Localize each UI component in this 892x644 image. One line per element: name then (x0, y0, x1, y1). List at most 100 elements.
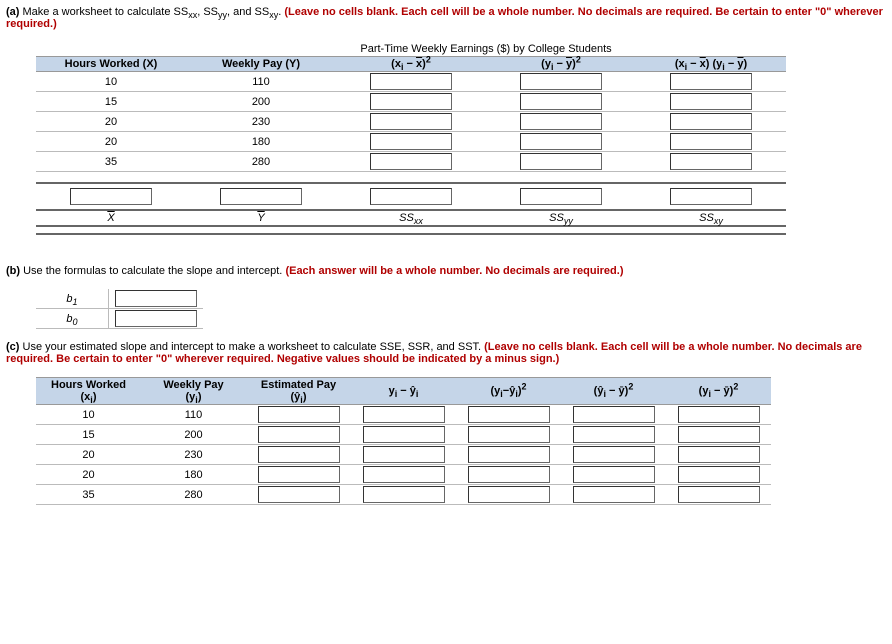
cell-y: 200 (186, 92, 336, 112)
input-c-ssr-2[interactable] (573, 446, 655, 463)
table-c-row: 20230 (36, 445, 771, 465)
col-c6-header: (ŷi − ȳ)2 (561, 378, 666, 405)
input-a-ssyy-4[interactable] (520, 153, 602, 170)
input-a-ssyy-3[interactable] (520, 133, 602, 150)
cell-y: 180 (186, 132, 336, 152)
part-b-text: Use the formulas to calculate the slope … (23, 265, 285, 277)
cell-y: 110 (186, 72, 336, 92)
cell-x: 10 (36, 72, 186, 92)
cell-y: 280 (141, 485, 246, 505)
input-c-resid-0[interactable] (363, 406, 445, 423)
col-ssyy-header: (yi − y)2 (486, 57, 636, 72)
col-ssxx-header: (xi − x)2 (336, 57, 486, 72)
col-c2-header: Weekly Pay(yi) (141, 378, 246, 405)
input-b1[interactable] (115, 290, 197, 307)
input-ssyy[interactable] (520, 188, 602, 205)
input-c-yhat-2[interactable] (258, 446, 340, 463)
input-c-sse-1[interactable] (468, 426, 550, 443)
input-a-ssxx-3[interactable] (370, 133, 452, 150)
input-c-resid-4[interactable] (363, 486, 445, 503)
input-a-ssxy-2[interactable] (670, 113, 752, 130)
col-x-header: Hours Worked (X) (36, 57, 186, 72)
part-c-prompt: (c) Use your estimated slope and interce… (6, 341, 892, 365)
table-a-row: 20180 (36, 132, 786, 152)
input-c-sse-2[interactable] (468, 446, 550, 463)
col-c4-header: yi − ŷi (351, 378, 456, 405)
input-c-ssr-0[interactable] (573, 406, 655, 423)
cell-x: 10 (36, 405, 141, 425)
input-c-resid-3[interactable] (363, 466, 445, 483)
table-a-row: 20230 (36, 112, 786, 132)
col-y-header: Weekly Pay (Y) (186, 57, 336, 72)
input-ssxx[interactable] (370, 188, 452, 205)
input-a-ssxx-0[interactable] (370, 73, 452, 90)
input-a-ssyy-0[interactable] (520, 73, 602, 90)
part-a-text: Make a worksheet to calculate SS (23, 6, 189, 18)
input-a-ssxx-1[interactable] (370, 93, 452, 110)
input-c-sst-3[interactable] (678, 466, 760, 483)
col-ssxy-header: (xi − x) (yi − y) (636, 57, 786, 72)
input-c-sst-0[interactable] (678, 406, 760, 423)
input-a-ssxx-4[interactable] (370, 153, 452, 170)
label-b0: b0 (36, 309, 109, 329)
input-a-ssxy-1[interactable] (670, 93, 752, 110)
label-b1: b1 (36, 289, 109, 309)
cell-x: 15 (36, 92, 186, 112)
table-a-row: 35280 (36, 152, 786, 172)
col-c7-header: (yi − ȳ)2 (666, 378, 771, 405)
part-c-label: (c) (6, 341, 19, 353)
table-c-row: 35280 (36, 485, 771, 505)
label-ssxx: SSxx (336, 210, 486, 226)
part-b-prompt: (b) Use the formulas to calculate the sl… (6, 265, 892, 277)
input-c-resid-2[interactable] (363, 446, 445, 463)
label-ssxy: SSxy (636, 210, 786, 226)
cell-y: 110 (141, 405, 246, 425)
input-c-sst-2[interactable] (678, 446, 760, 463)
input-b0[interactable] (115, 310, 197, 327)
cell-y: 230 (186, 112, 336, 132)
label-xbar: X (36, 210, 186, 226)
input-ssxy[interactable] (670, 188, 752, 205)
col-c5-header: (yi−ŷi)2 (456, 378, 561, 405)
cell-y: 200 (141, 425, 246, 445)
col-c1-header: Hours Worked(xi) (36, 378, 141, 405)
cell-x: 15 (36, 425, 141, 445)
input-a-ssxy-4[interactable] (670, 153, 752, 170)
cell-x: 20 (36, 112, 186, 132)
input-c-ssr-3[interactable] (573, 466, 655, 483)
input-c-ssr-1[interactable] (573, 426, 655, 443)
table-a: Part-Time Weekly Earnings ($) by College… (36, 42, 786, 235)
input-c-sse-0[interactable] (468, 406, 550, 423)
cell-y: 180 (141, 465, 246, 485)
input-a-ssxy-3[interactable] (670, 133, 752, 150)
input-c-sst-1[interactable] (678, 426, 760, 443)
table-b: b1 b0 (36, 289, 203, 329)
input-a-ssxx-2[interactable] (370, 113, 452, 130)
input-a-ssyy-2[interactable] (520, 113, 602, 130)
input-xbar[interactable] (70, 188, 152, 205)
label-ssyy: SSyy (486, 210, 636, 226)
label-ybar: Y (186, 210, 336, 226)
input-a-ssxy-0[interactable] (670, 73, 752, 90)
table-c: Hours Worked(xi) Weekly Pay(yi) Estimate… (36, 377, 771, 505)
input-a-ssyy-1[interactable] (520, 93, 602, 110)
input-c-ssr-4[interactable] (573, 486, 655, 503)
part-c-text: Use your estimated slope and intercept t… (23, 341, 485, 353)
cell-x: 35 (36, 152, 186, 172)
input-c-sst-4[interactable] (678, 486, 760, 503)
cell-x: 20 (36, 445, 141, 465)
input-c-yhat-3[interactable] (258, 466, 340, 483)
table-c-row: 10110 (36, 405, 771, 425)
cell-x: 35 (36, 485, 141, 505)
input-c-yhat-1[interactable] (258, 426, 340, 443)
input-c-yhat-4[interactable] (258, 486, 340, 503)
cell-y: 280 (186, 152, 336, 172)
input-ybar[interactable] (220, 188, 302, 205)
table-a-caption: Part-Time Weekly Earnings ($) by College… (186, 42, 786, 57)
cell-x: 20 (36, 132, 186, 152)
input-c-resid-1[interactable] (363, 426, 445, 443)
input-c-sse-3[interactable] (468, 466, 550, 483)
input-c-sse-4[interactable] (468, 486, 550, 503)
input-c-yhat-0[interactable] (258, 406, 340, 423)
col-c3-header: Estimated Pay(ŷi) (246, 378, 351, 405)
